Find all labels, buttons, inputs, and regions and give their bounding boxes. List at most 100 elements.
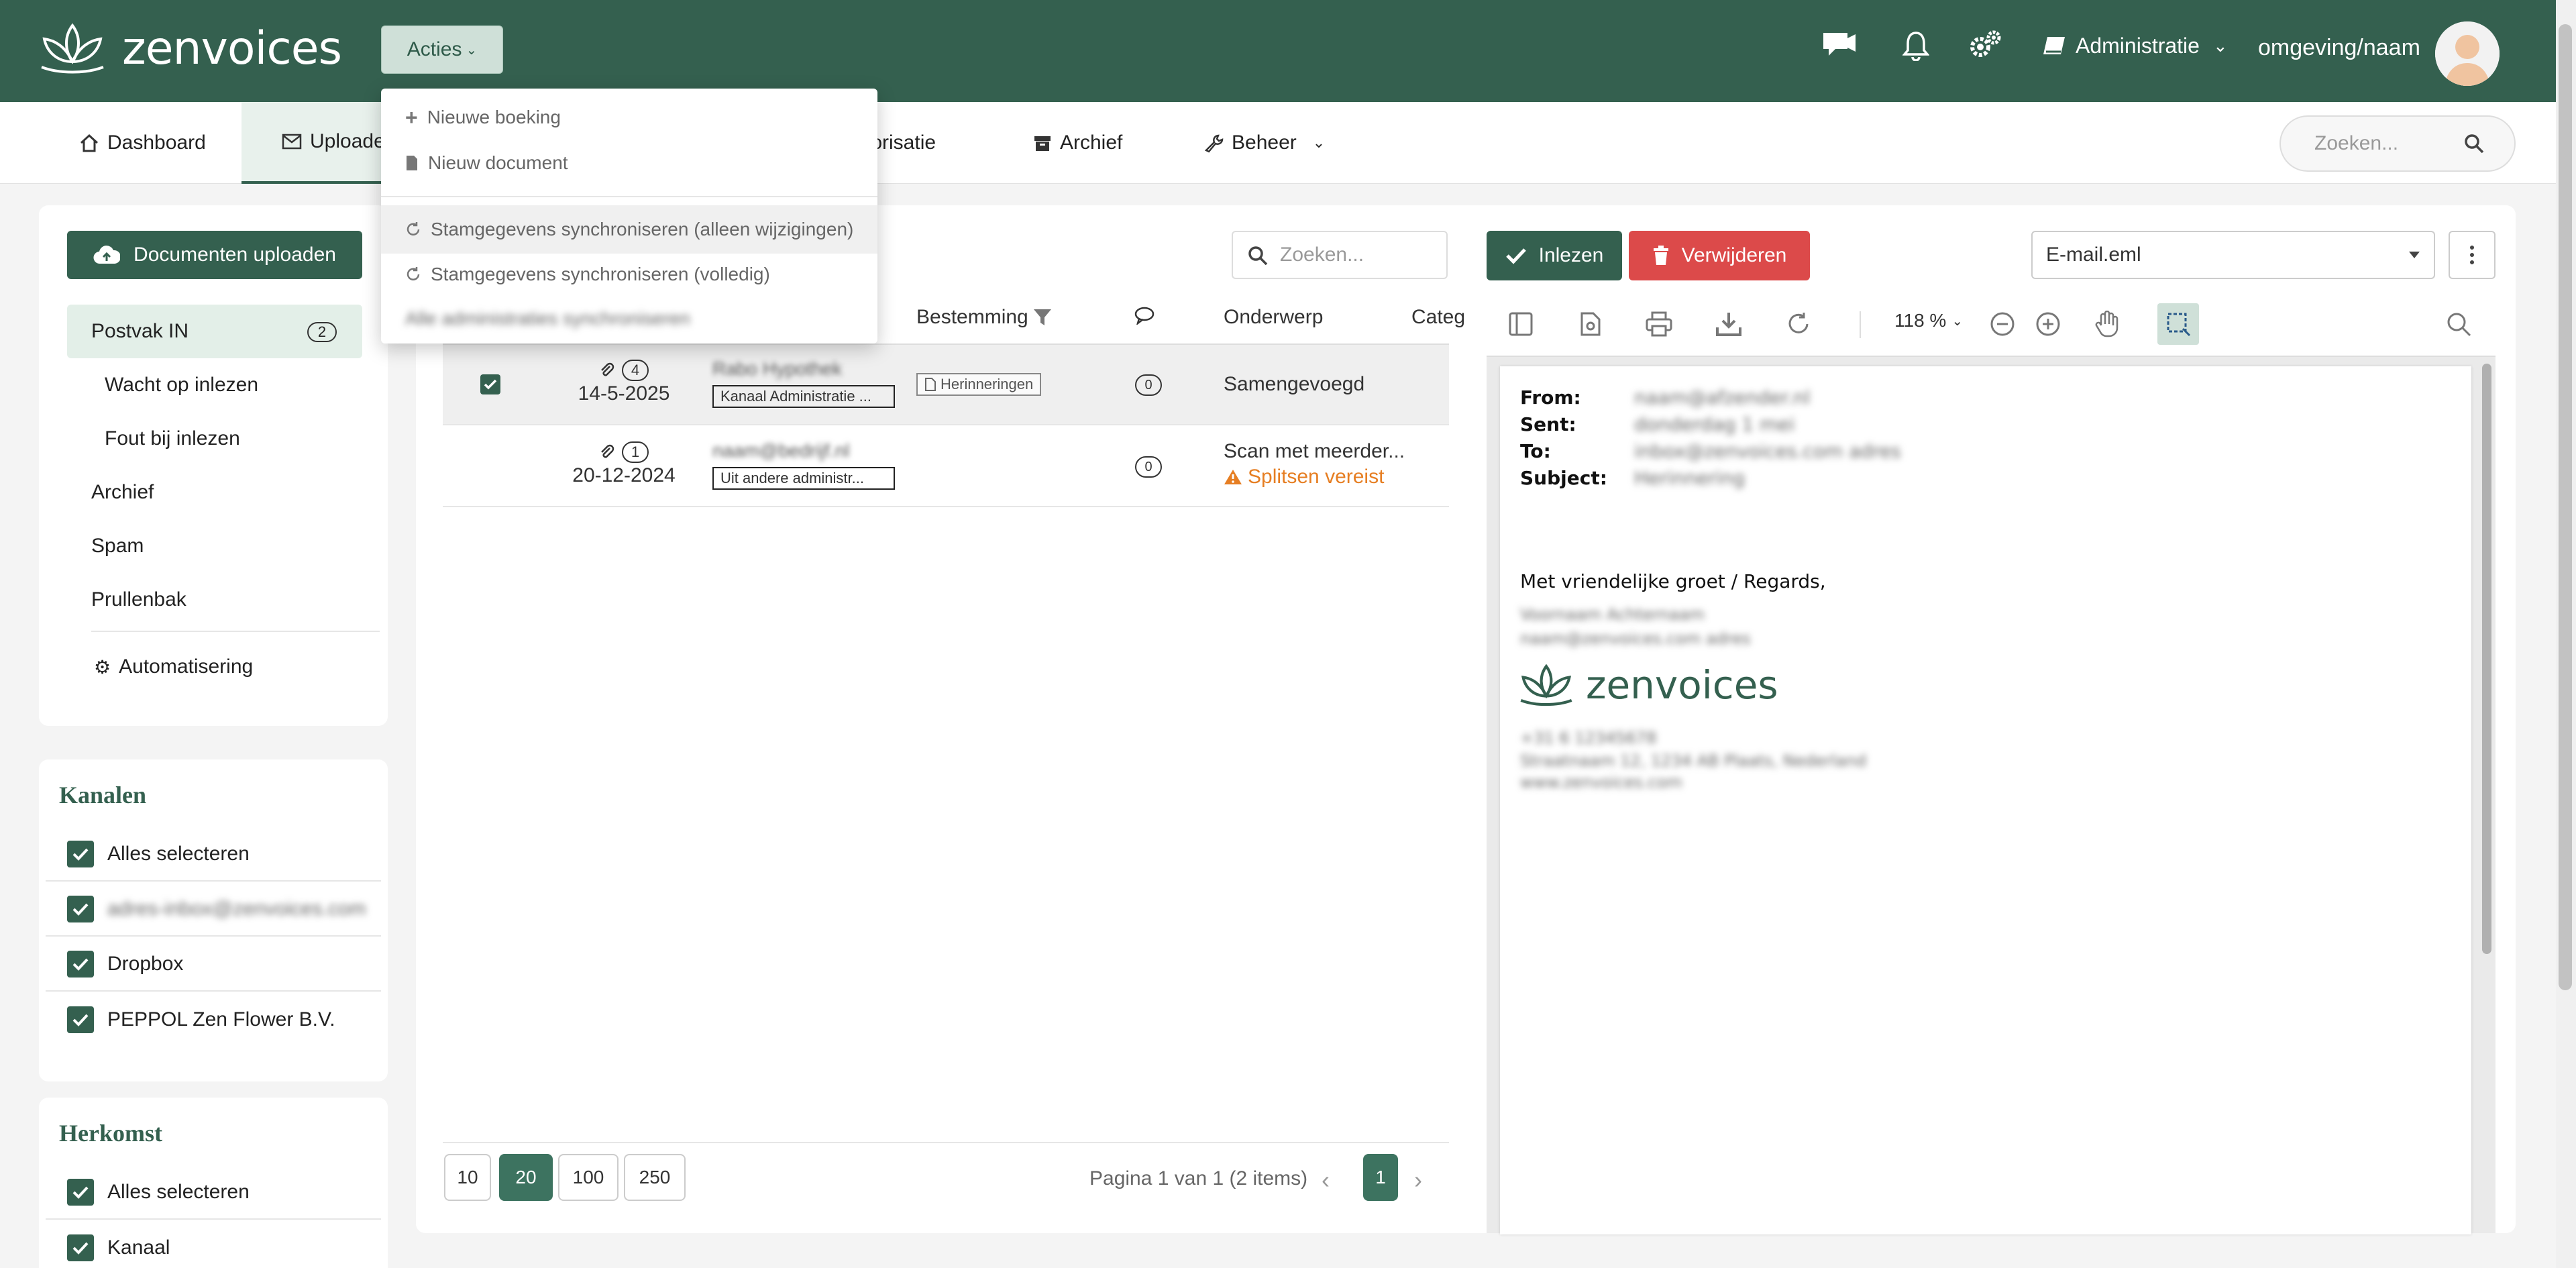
menu-sync-all[interactable]: Alle administraties synchroniseren: [405, 302, 690, 335]
file-select-dropdown[interactable]: E-mail.eml: [2031, 231, 2435, 279]
announcement-icon[interactable]: [1819, 25, 1860, 66]
logo-text: zenvoices: [122, 21, 342, 75]
acties-button[interactable]: Acties ⌄: [381, 25, 503, 74]
table-row[interactable]: 1 20-12-2024 naam@bedrijf.nl Uit andere …: [443, 427, 1449, 507]
pager-divider: [443, 1142, 1449, 1145]
checkbox-checked-icon[interactable]: [67, 896, 94, 922]
page-size-250[interactable]: 250: [624, 1154, 686, 1201]
rotate-icon[interactable]: [1782, 307, 1815, 341]
herkomst-select-all[interactable]: Alles selecteren: [46, 1166, 381, 1220]
kanalen-select-all-label: Alles selecteren: [107, 843, 250, 865]
settings-gears-icon[interactable]: [1966, 25, 2006, 66]
administration-selector[interactable]: Administratie ⌄: [2042, 34, 2228, 58]
kanalen-item-dropbox[interactable]: Dropbox: [46, 938, 381, 992]
global-search-input[interactable]: Zoeken...: [2279, 115, 2516, 172]
documents-panel: Zoeken... Bestemming Onderwerp Categ 4 1…: [416, 205, 2516, 1234]
column-categorie[interactable]: Categ: [1411, 306, 1465, 329]
email-from-label: From:: [1520, 386, 1581, 409]
zoom-select[interactable]: 118 % ⌄: [1894, 310, 1963, 331]
attachment-count: 1: [622, 441, 649, 463]
row-sender-cell: Rabo Hypothek Kanaal Administratie ...: [712, 358, 895, 408]
checkbox-checked-icon[interactable]: [67, 841, 94, 867]
avatar[interactable]: [2435, 21, 2500, 86]
book-icon: [2043, 36, 2065, 54]
lotus-logo-icon: [41, 23, 104, 74]
window-scrollbar-thumb[interactable]: [2559, 24, 2572, 990]
folder-spam[interactable]: Spam: [67, 519, 362, 573]
kanalen-item-email[interactable]: adres-inbox@zenvoices.com: [46, 883, 381, 937]
folder-prullenbak[interactable]: Prullenbak: [67, 573, 362, 627]
list-search-input[interactable]: Zoeken...: [1232, 231, 1448, 279]
row-date-cell: 4 14-5-2025: [564, 360, 684, 405]
kanalen-select-all[interactable]: Alles selecteren: [46, 828, 381, 882]
column-comments[interactable]: [1134, 306, 1155, 325]
nav-beheer[interactable]: Beheer ⌄: [1203, 102, 1325, 184]
folder-postvak-in[interactable]: Postvak IN 2: [67, 305, 362, 358]
prev-page-chevron-left-icon[interactable]: ‹: [1322, 1166, 1330, 1194]
nav-dashboard-label: Dashboard: [107, 131, 206, 154]
checkbox-checked-icon[interactable]: [67, 951, 94, 978]
table-row[interactable]: 4 14-5-2025 Rabo Hypothek Kanaal Adminis…: [443, 345, 1449, 425]
column-bestemming[interactable]: Bestemming: [916, 306, 1053, 329]
folder-fout-bij-inlezen[interactable]: Fout bij inlezen: [67, 412, 362, 466]
download-icon[interactable]: [1712, 307, 1746, 341]
folder-archief[interactable]: Archief: [67, 466, 362, 519]
wrench-icon: [1204, 134, 1224, 153]
herkomst-item-kanaal[interactable]: Kanaal: [46, 1221, 381, 1268]
search-icon[interactable]: [2442, 307, 2475, 341]
print-icon[interactable]: [1642, 307, 1676, 341]
zoom-in-icon[interactable]: [2031, 307, 2065, 341]
automation-link[interactable]: ⚙ Automatisering: [67, 640, 362, 694]
next-page-chevron-right-icon[interactable]: ›: [1414, 1166, 1422, 1194]
plus-icon: +: [405, 105, 418, 129]
folder-wacht-op-inlezen[interactable]: Wacht op inlezen: [67, 358, 362, 412]
chevron-down-icon: ⌄: [1312, 134, 1326, 151]
column-onderwerp[interactable]: Onderwerp: [1224, 306, 1323, 329]
pdf-scrollbar[interactable]: [2482, 364, 2491, 954]
nav-archief[interactable]: Archief: [1033, 102, 1122, 184]
pdf-page: From: naam@afzender.nl Sent: donderdag 1…: [1500, 366, 2471, 1234]
page-number-button[interactable]: 1: [1363, 1154, 1398, 1201]
checkbox-checked-icon[interactable]: [67, 1234, 94, 1261]
row-checkbox-checked-icon[interactable]: [480, 374, 500, 394]
page-size-100[interactable]: 100: [558, 1154, 619, 1201]
app-logo[interactable]: zenvoices: [39, 20, 342, 76]
checkbox-checked-icon[interactable]: [67, 1179, 94, 1206]
row-date-cell: 1 20-12-2024: [564, 441, 684, 487]
zoom-out-icon[interactable]: [1986, 307, 2019, 341]
nav-dashboard[interactable]: Dashboard: [79, 102, 206, 184]
kanalen-title: Kanalen: [59, 782, 147, 808]
menu-sync-full[interactable]: Stamgegevens synchroniseren (volledig): [405, 258, 770, 291]
pdf-viewer[interactable]: From: naam@afzender.nl Sent: donderdag 1…: [1487, 356, 2496, 1234]
filter-funnel-icon[interactable]: [1032, 307, 1053, 327]
email-from-row: From: naam@afzender.nl: [1520, 386, 1810, 409]
page-info: Pagina 1 van 1 (2 items): [1089, 1167, 1308, 1190]
page-size-10[interactable]: 10: [444, 1154, 491, 1201]
menu-sync-changes[interactable]: Stamgegevens synchroniseren (alleen wijz…: [381, 205, 877, 254]
menu-nieuwe-boeking[interactable]: + Nieuwe boeking: [405, 101, 561, 134]
sidebar-toggle-icon[interactable]: [1504, 307, 1538, 341]
herkomst-item-kanaal-label: Kanaal: [107, 1236, 170, 1259]
verwijderen-button[interactable]: Verwijderen: [1629, 231, 1810, 280]
herkomst-filter-panel: Herkomst Alles selecteren Kanaal: [39, 1098, 388, 1268]
row-sender: naam@bedrijf.nl: [712, 440, 850, 461]
hand-pan-icon[interactable]: [2090, 307, 2124, 341]
inlezen-button[interactable]: Inlezen: [1487, 231, 1622, 280]
kanalen-item-peppol[interactable]: PEPPOL Zen Flower B.V.: [46, 993, 381, 1047]
user-name[interactable]: omgeving/naam: [2258, 35, 2420, 61]
herkomst-select-all-label: Alles selecteren: [107, 1181, 250, 1203]
document-properties-icon[interactable]: [1574, 307, 1607, 341]
upload-documents-button[interactable]: Documenten uploaden: [67, 231, 362, 279]
selection-tool-icon[interactable]: [2157, 303, 2199, 345]
divider: [91, 631, 380, 632]
paperclip-icon: [601, 362, 614, 376]
page-size-20[interactable]: 20: [499, 1154, 553, 1201]
more-options-button[interactable]: [2449, 231, 2496, 279]
menu-nieuw-document[interactable]: Nieuw document: [405, 146, 568, 180]
checkbox-checked-icon[interactable]: [67, 1006, 94, 1033]
bell-icon[interactable]: [1896, 25, 1936, 66]
envelope-icon: [282, 134, 302, 150]
automation-label: Automatisering: [119, 655, 254, 678]
row-subject-cell: Scan met meerder... Splitsen vereist: [1224, 440, 1405, 488]
email-from-value: naam@afzender.nl: [1634, 386, 1811, 409]
